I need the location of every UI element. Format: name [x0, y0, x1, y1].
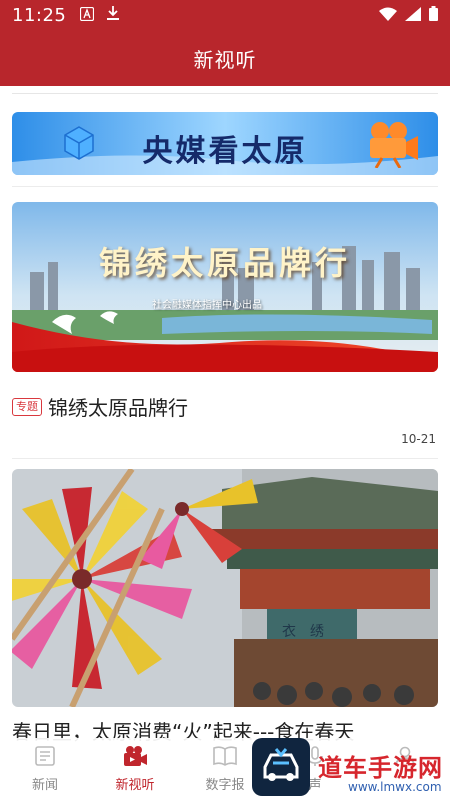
article-headline-row[interactable]: 专题 锦绣太原品牌行 [12, 392, 188, 421]
status-time: 11:25 [12, 4, 67, 26]
nav-item-news[interactable]: 新闻 [0, 738, 90, 800]
newspaper-icon [212, 744, 238, 768]
watermark-text: 道车手游网 [318, 754, 443, 782]
app-header: 新视听 [0, 30, 450, 86]
divider [12, 93, 438, 94]
article-title[interactable]: 锦绣太原品牌行 [48, 392, 188, 421]
article-date: 10-21 [401, 432, 436, 446]
article-thumbnail[interactable]: 衣绣 [12, 469, 438, 707]
nav-label: 新视听 [115, 778, 155, 793]
signal-icon [405, 6, 421, 25]
divider [12, 458, 438, 459]
battery-icon [429, 5, 438, 25]
thumbnail-title: 锦绣太原品牌行 [98, 244, 351, 282]
wifi-icon [379, 6, 397, 25]
status-bar: 11:25 [0, 0, 450, 30]
article-thumbnail[interactable]: 锦绣太原品牌行 社会融媒体指挥中心出品 [12, 202, 438, 372]
page-title: 新视听 [193, 47, 257, 72]
news-icon [33, 744, 57, 768]
video-icon [122, 744, 148, 768]
nav-item-video[interactable]: 新视听 [90, 738, 180, 800]
gate-plaque-text: 衣绣 [282, 624, 338, 640]
divider [12, 186, 438, 187]
thumbnail-subtitle: 社会融媒体指挥中心出品 [152, 300, 262, 311]
nav-label: 数字报 [205, 778, 245, 793]
topic-tag: 专题 [12, 397, 42, 416]
camera-icon [360, 120, 420, 172]
font-notification-icon [80, 6, 95, 25]
site-watermark: 道车手游网 www.lmwx.com [252, 738, 450, 800]
download-icon [106, 5, 120, 25]
nav-label: 新闻 [31, 778, 58, 793]
watermark-logo-icon [252, 738, 310, 796]
promo-banner[interactable]: 央媒看太原 [12, 112, 438, 175]
watermark-url: www.lmwx.com [348, 780, 442, 794]
